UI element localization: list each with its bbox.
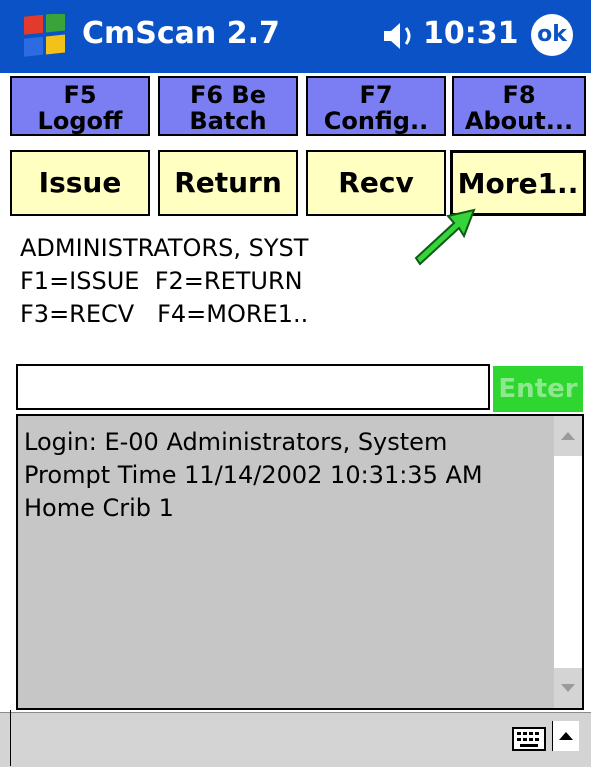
log-line: Prompt Time 11/14/2002 10:31:35 AM bbox=[24, 461, 483, 489]
action-button-row: Issue Return Recv More1.. bbox=[10, 150, 586, 220]
f6-label-line1: F6 Be bbox=[189, 81, 267, 109]
up-arrow-icon bbox=[559, 732, 573, 740]
f7-config-button[interactable]: F7 Config.. bbox=[306, 76, 446, 136]
log-line: Home Crib 1 bbox=[24, 494, 174, 522]
green-arrow-icon bbox=[414, 208, 476, 266]
scroll-down-arrow-icon bbox=[561, 684, 575, 692]
f8-about-button[interactable]: F8 About... bbox=[452, 76, 586, 136]
scroll-down-button[interactable] bbox=[554, 668, 582, 708]
sip-toggle-button[interactable] bbox=[552, 721, 579, 751]
info-line-user: ADMINISTRATORS, SYST bbox=[20, 234, 309, 262]
issue-button[interactable]: Issue bbox=[10, 150, 150, 216]
speaker-icon[interactable] bbox=[380, 16, 420, 56]
info-line-keys1: F1=ISSUE F2=RETURN bbox=[20, 267, 303, 295]
vertical-scrollbar[interactable] bbox=[552, 416, 582, 708]
f6-batch-button[interactable]: F6 Be Batch bbox=[158, 76, 298, 136]
f5-logoff-button[interactable]: F5 Logoff bbox=[10, 76, 150, 136]
keyboard-icon[interactable] bbox=[512, 725, 546, 753]
app-title: CmScan 2.7 bbox=[82, 16, 280, 51]
log-line: Login: E-00 Administrators, System bbox=[24, 428, 448, 456]
function-key-row: F5 Logoff F6 Be Batch F7 Config.. F8 Abo… bbox=[10, 76, 586, 138]
f8-label-line2: About... bbox=[464, 107, 574, 135]
log-text: Login: E-00 Administrators, System Promp… bbox=[24, 426, 483, 525]
divider bbox=[10, 710, 11, 766]
f7-label-line2: Config.. bbox=[323, 107, 429, 135]
info-panel: ADMINISTRATORS, SYST F1=ISSUE F2=RETURN … bbox=[20, 232, 308, 331]
f7-label-line1: F7 bbox=[359, 81, 393, 109]
start-icon[interactable] bbox=[22, 14, 68, 60]
scan-input[interactable] bbox=[16, 364, 490, 410]
clock[interactable]: 10:31 bbox=[423, 16, 519, 51]
scroll-up-arrow-icon bbox=[561, 432, 575, 440]
scroll-track[interactable] bbox=[554, 456, 582, 668]
enter-button[interactable]: Enter bbox=[493, 366, 583, 412]
f8-label-line1: F8 bbox=[502, 81, 536, 109]
scroll-up-button[interactable] bbox=[554, 416, 582, 456]
f5-label-line1: F5 bbox=[63, 81, 97, 109]
log-textarea[interactable]: Login: E-00 Administrators, System Promp… bbox=[16, 414, 584, 710]
return-button[interactable]: Return bbox=[158, 150, 298, 216]
f6-label-line2: Batch bbox=[189, 107, 267, 135]
menu-bar bbox=[0, 712, 591, 767]
info-line-keys2: F3=RECV F4=MORE1.. bbox=[20, 300, 309, 328]
ok-button[interactable]: ok bbox=[531, 14, 573, 56]
f5-label-line2: Logoff bbox=[37, 107, 123, 135]
title-bar: CmScan 2.7 10:31 ok bbox=[0, 0, 591, 73]
